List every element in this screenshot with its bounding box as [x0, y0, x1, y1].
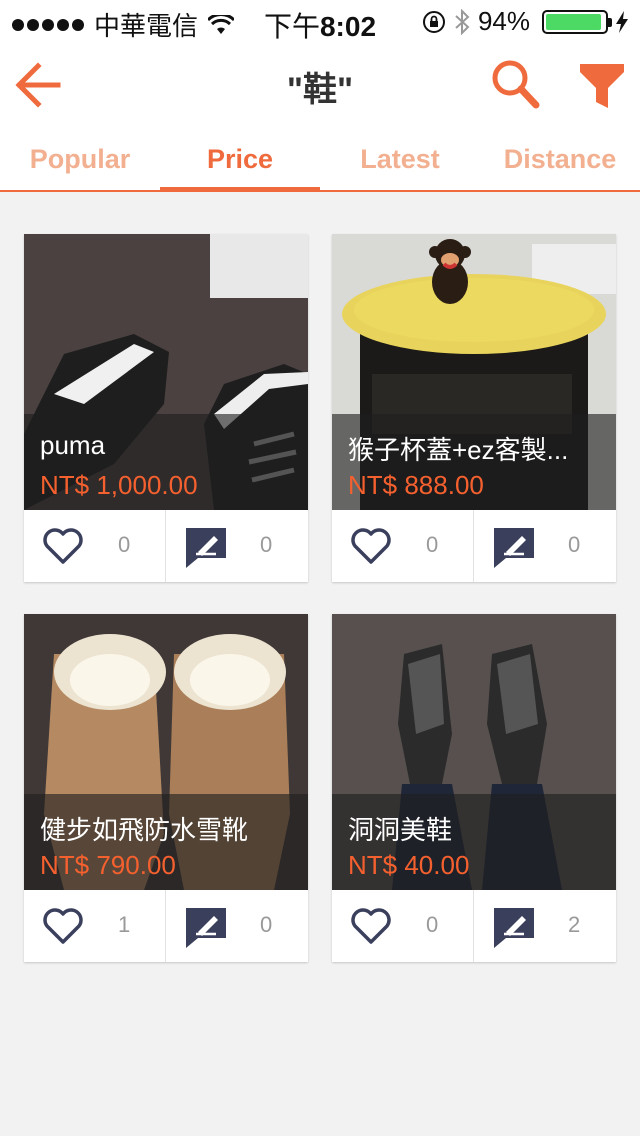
card-actions: 0 2 [332, 890, 616, 962]
status-bar: 中華電信 下午8:02 94% [0, 0, 640, 42]
heart-icon [351, 908, 391, 944]
product-card[interactable]: 健步如飛防水雪靴 NT$ 790.00 1 0 [24, 614, 308, 962]
comment-button[interactable]: 0 [474, 510, 615, 582]
product-card[interactable]: 洞洞美鞋 NT$ 40.00 0 2 [332, 614, 616, 962]
heart-icon [43, 528, 83, 564]
tab-distance[interactable]: Distance [480, 128, 640, 190]
tab-latest[interactable]: Latest [320, 128, 480, 190]
comment-button[interactable]: 0 [166, 890, 307, 962]
navigation-bar: "鞋" [0, 40, 640, 129]
rotation-lock-icon [422, 10, 445, 33]
product-name: puma [40, 430, 106, 460]
product-card[interactable]: 猴子杯蓋+ez客製... NT$ 888.00 0 0 [332, 234, 616, 582]
bluetooth-icon [455, 8, 470, 35]
battery-icon [542, 9, 612, 34]
comment-icon [494, 528, 534, 568]
like-button[interactable]: 0 [24, 510, 165, 582]
product-name: 健步如飛防水雪靴 [40, 815, 249, 845]
comment-icon [186, 908, 226, 948]
product-name: 洞洞美鞋 [348, 815, 453, 845]
heart-icon [351, 528, 391, 564]
sort-tabs: Popular Price Latest Distance [0, 128, 640, 192]
product-price: NT$ 888.00 [348, 470, 484, 500]
product-price: NT$ 40.00 [348, 850, 470, 880]
like-count: 0 [426, 532, 439, 557]
heart-icon [43, 908, 83, 944]
search-icon[interactable] [490, 58, 540, 110]
product-name: 猴子杯蓋+ez客製... [348, 435, 569, 465]
comment-count: 0 [260, 532, 273, 557]
card-actions: 0 0 [332, 510, 616, 582]
product-card[interactable]: puma NT$ 1,000.00 0 0 [24, 234, 308, 582]
card-actions: 0 0 [24, 510, 308, 582]
like-button[interactable]: 1 [24, 890, 165, 962]
like-count: 0 [118, 532, 131, 557]
like-count: 1 [118, 912, 131, 937]
charging-icon [616, 10, 628, 33]
product-price: NT$ 790.00 [40, 850, 176, 880]
battery-percent: 94% [477, 6, 530, 36]
like-button[interactable]: 0 [332, 510, 473, 582]
page-title: "鞋" [286, 71, 354, 109]
tab-popular[interactable]: Popular [0, 128, 160, 190]
like-count: 0 [426, 912, 439, 937]
comment-count: 0 [260, 912, 273, 937]
comment-count: 0 [568, 532, 581, 557]
card-actions: 1 0 [24, 890, 308, 962]
comment-button[interactable]: 2 [474, 890, 615, 962]
comment-icon [186, 528, 226, 568]
comment-button[interactable]: 0 [166, 510, 307, 582]
tab-price[interactable]: Price [160, 128, 320, 192]
product-price: NT$ 1,000.00 [40, 470, 198, 500]
like-button[interactable]: 0 [332, 890, 473, 962]
comment-icon [494, 908, 534, 948]
filter-icon[interactable] [578, 62, 626, 110]
comment-count: 2 [568, 912, 581, 937]
